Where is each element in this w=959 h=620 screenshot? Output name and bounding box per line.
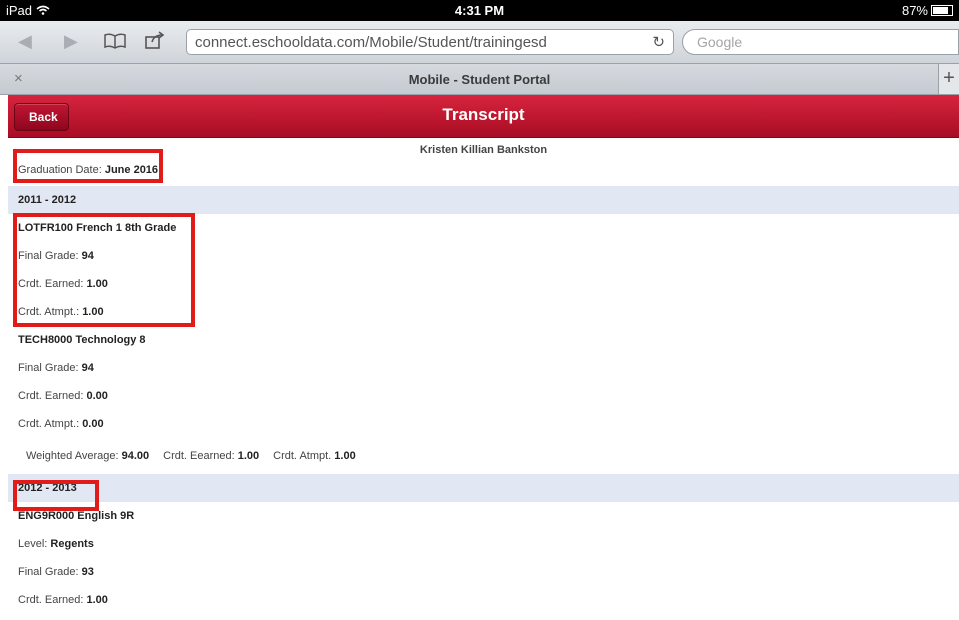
- app-header: Back Transcript: [8, 95, 959, 138]
- status-bar: iPad 4:31 PM 87%: [0, 0, 959, 21]
- back-arrow-icon[interactable]: ◀: [18, 31, 32, 52]
- course-field: Final Grade: 93: [18, 566, 94, 578]
- year-header: 2012 - 2013: [8, 474, 959, 502]
- share-icon[interactable]: [145, 31, 165, 49]
- course-field: Level: Regents: [18, 538, 94, 550]
- reload-icon[interactable]: ↻: [652, 33, 665, 51]
- course-field: Final Grade: 94: [18, 362, 94, 374]
- course-title: ENG9R000 English 9R: [18, 510, 135, 522]
- tab-title[interactable]: Mobile - Student Portal: [0, 72, 959, 87]
- course-field: Crdt. Earned: 0.00: [18, 390, 108, 402]
- page-title: Transcript: [442, 105, 525, 124]
- year-header: 2011 - 2012: [8, 186, 959, 214]
- forward-arrow-icon[interactable]: ▶: [64, 31, 78, 52]
- battery-indicator: 87%: [902, 3, 953, 18]
- url-text: connect.eschooldata.com/Mobile/Student/t…: [195, 34, 547, 51]
- course-title: TECH8000 Technology 8: [18, 334, 146, 346]
- address-bar[interactable]: connect.eschooldata.com/Mobile/Student/t…: [186, 29, 674, 55]
- highlight-box-course: [13, 213, 195, 327]
- battery-icon: [931, 5, 953, 16]
- tab-bar: × Mobile - Student Portal +: [0, 64, 959, 95]
- browser-toolbar: ◀ ▶ connect.eschooldata.com/Mobile/Stude…: [0, 21, 959, 64]
- year-summary: Weighted Average: 94.00 Crdt. Eearned: 1.…: [26, 450, 356, 462]
- search-placeholder: Google: [697, 34, 743, 50]
- course-field: Crdt. Earned: 1.00: [18, 594, 108, 606]
- highlight-box-year: [13, 480, 99, 511]
- bookmarks-icon[interactable]: [104, 33, 126, 49]
- battery-percent: 87%: [901, 3, 928, 18]
- clock: 4:31 PM: [454, 3, 505, 18]
- search-field[interactable]: Google: [682, 29, 959, 55]
- course-field: Crdt. Atmpt.: 0.00: [18, 418, 104, 430]
- ipad-screen: iPad 4:31 PM 87% ◀ ▶ connect.eschooldata…: [0, 0, 959, 620]
- highlight-box-graduation: [13, 149, 163, 183]
- new-tab-icon[interactable]: +: [938, 64, 959, 94]
